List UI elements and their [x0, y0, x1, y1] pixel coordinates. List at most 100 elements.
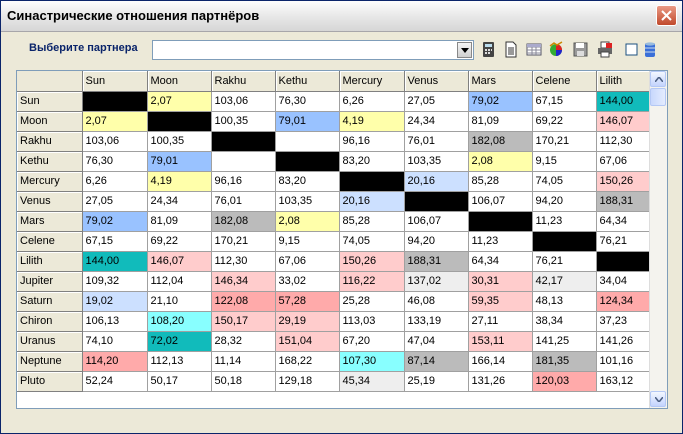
grid-cell[interactable]: 69,22 [147, 231, 212, 252]
grid-cell[interactable] [404, 191, 469, 212]
grid-cell[interactable]: 94,20 [532, 191, 597, 212]
grid-cell[interactable]: 87,14 [404, 351, 469, 372]
grid-cell[interactable]: 50,18 [211, 371, 276, 392]
grid-cell[interactable]: 46,08 [404, 291, 469, 312]
calculator-icon[interactable] [481, 41, 497, 58]
grid-cell[interactable]: 57,28 [275, 291, 340, 312]
grid-cell[interactable]: 24,34 [404, 111, 469, 132]
row-header[interactable]: Celene [17, 231, 83, 252]
column-header[interactable]: Kethu [275, 71, 340, 92]
grid-cell[interactable]: 107,30 [339, 351, 405, 372]
grid-cell[interactable]: 72,02 [147, 331, 212, 352]
column-header[interactable]: Rakhu [211, 71, 276, 92]
grid-cell[interactable]: 67,15 [532, 91, 597, 112]
scroll-down-button[interactable] [650, 391, 666, 407]
grid-cell[interactable]: 96,16 [339, 131, 405, 152]
row-header[interactable]: Lilith [17, 251, 83, 272]
grid-cell[interactable]: 83,20 [339, 151, 405, 172]
table-icon[interactable] [526, 41, 542, 58]
column-header[interactable]: Venus [404, 71, 469, 92]
grid-cell[interactable]: 114,20 [82, 351, 148, 372]
row-header[interactable]: Jupiter [17, 271, 83, 292]
row-header[interactable]: Venus [17, 191, 83, 212]
grid-cell[interactable]: 150,26 [339, 251, 405, 272]
grid-cell[interactable]: 27,05 [82, 191, 148, 212]
grid-cell[interactable]: 188,31 [404, 251, 469, 272]
grid-cell[interactable]: 19,02 [82, 291, 148, 312]
dropdown-button[interactable] [457, 42, 472, 58]
grid-cell[interactable]: 76,21 [532, 251, 597, 272]
grid-cell[interactable]: 112,04 [147, 271, 212, 292]
grid-cell[interactable]: 38,34 [532, 311, 597, 332]
synastry-grid[interactable]: Sun Moon Rakhu Kethu Mercury Venus Mars Celene L… [16, 70, 668, 409]
grid-cell[interactable]: 106,07 [404, 211, 469, 232]
grid-cell[interactable] [339, 171, 405, 192]
grid-cell[interactable] [211, 131, 276, 152]
grid-cell[interactable]: 21,10 [147, 291, 212, 312]
grid-cell[interactable]: 27,05 [404, 91, 469, 112]
grid-cell[interactable] [468, 211, 533, 232]
print-icon[interactable] [597, 41, 613, 58]
column-header[interactable]: Celene [532, 71, 597, 92]
grid-cell[interactable] [211, 151, 276, 172]
grid-cell[interactable]: 141,25 [532, 331, 597, 352]
grid-cell[interactable]: 83,20 [275, 171, 340, 192]
grid-cell[interactable]: 146,07 [147, 251, 212, 272]
grid-cell[interactable]: 59,35 [468, 291, 533, 312]
grid-cell[interactable]: 24,34 [147, 191, 212, 212]
grid-cell[interactable]: 122,08 [211, 291, 276, 312]
grid-cell[interactable]: 103,06 [211, 91, 276, 112]
grid-cell[interactable]: 170,21 [211, 231, 276, 252]
grid-cell[interactable]: 79,01 [275, 111, 340, 132]
grid-cell[interactable]: 166,14 [468, 351, 533, 372]
save-icon[interactable] [572, 41, 588, 58]
grid-cell[interactable]: 79,02 [82, 211, 148, 232]
grid-cell[interactable] [82, 91, 148, 112]
grid-cell[interactable]: 20,16 [339, 191, 405, 212]
grid-cell[interactable]: 76,01 [404, 131, 469, 152]
grid-cell[interactable]: 48,13 [532, 291, 597, 312]
scroll-up-button[interactable] [650, 71, 666, 87]
row-header[interactable]: Mars [17, 211, 83, 232]
grid-cell[interactable]: 153,11 [468, 331, 533, 352]
grid-cell[interactable]: 85,28 [468, 171, 533, 192]
grid-cell[interactable]: 47,04 [404, 331, 469, 352]
grid-cell[interactable]: 96,16 [211, 171, 276, 192]
grid-cell[interactable]: 30,31 [468, 271, 533, 292]
row-header[interactable]: Neptune [17, 351, 83, 372]
grid-cell[interactable]: 2,08 [275, 211, 340, 232]
grid-cell[interactable]: 100,35 [147, 131, 212, 152]
document-icon[interactable] [503, 41, 519, 58]
row-header[interactable]: Pluto [17, 371, 83, 392]
grid-cell[interactable]: 81,09 [468, 111, 533, 132]
grid-cell[interactable]: 76,30 [275, 91, 340, 112]
grid-cell[interactable]: 181,35 [532, 351, 597, 372]
grid-cell[interactable]: 64,34 [468, 251, 533, 272]
row-header[interactable]: Kethu [17, 151, 83, 172]
grid-cell[interactable]: 9,15 [275, 231, 340, 252]
grid-cell[interactable]: 103,06 [82, 131, 148, 152]
grid-cell[interactable]: 79,02 [468, 91, 533, 112]
grid-cell[interactable]: 94,20 [404, 231, 469, 252]
grid-cell[interactable]: 131,26 [468, 371, 533, 392]
grid-cell[interactable]: 6,26 [82, 171, 148, 192]
grid-cell[interactable]: 182,08 [468, 131, 533, 152]
grid-cell[interactable] [532, 231, 597, 252]
grid-cell[interactable]: 76,01 [211, 191, 276, 212]
grid-cell[interactable]: 29,19 [275, 311, 340, 332]
column-header[interactable]: Mars [468, 71, 533, 92]
grid-cell[interactable]: 79,01 [147, 151, 212, 172]
grid-cell[interactable] [275, 151, 340, 172]
chart-icon[interactable] [548, 41, 564, 58]
column-header[interactable]: Moon [147, 71, 212, 92]
grid-cell[interactable]: 74,05 [339, 231, 405, 252]
grid-cell[interactable]: 74,05 [532, 171, 597, 192]
grid-cell[interactable]: 28,32 [211, 331, 276, 352]
grid-cell[interactable]: 168,22 [275, 351, 340, 372]
column-header[interactable]: Mercury [339, 71, 405, 92]
grid-cell[interactable]: 67,20 [339, 331, 405, 352]
grid-cell[interactable]: 150,17 [211, 311, 276, 332]
grid-cell[interactable]: 116,22 [339, 271, 405, 292]
grid-cell[interactable]: 182,08 [211, 211, 276, 232]
grid-cell[interactable]: 108,20 [147, 311, 212, 332]
